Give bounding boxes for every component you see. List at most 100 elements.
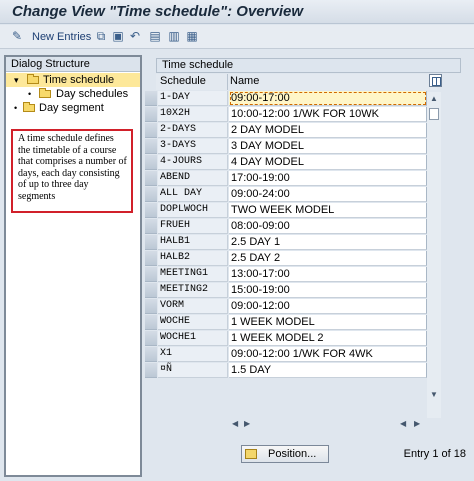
application-toolbar: ✎ New Entries ⧉ ▣ ↶ ▤ ▥ ▦ [0, 25, 474, 49]
name-cell[interactable]: 15:00-19:00 [229, 283, 427, 298]
deselect-all-icon[interactable]: ▦ [185, 30, 199, 43]
tree-item-label: Day schedules [56, 88, 129, 100]
position-button-label: Position... [268, 448, 317, 460]
scroll-right-icon[interactable]: ▶ [244, 419, 250, 428]
row-selector[interactable] [145, 155, 157, 170]
schedule-cell: X1 [158, 347, 228, 362]
leaf-node-icon: • [28, 89, 32, 99]
folder-icon [23, 102, 35, 112]
name-cell[interactable]: 1 WEEK MODEL [229, 315, 427, 330]
scroll-left-end-icon[interactable]: ◀ [400, 419, 406, 428]
name-cell[interactable]: 2.5 DAY 2 [229, 251, 427, 266]
row-selector[interactable] [145, 139, 157, 154]
folder-open-icon [27, 74, 39, 84]
entry-counter: Entry 1 of 18 [403, 448, 466, 460]
schedule-cell: VORM [158, 299, 228, 314]
row-selector[interactable] [145, 235, 157, 250]
vertical-scrollbar[interactable]: ▲ ▼ [427, 92, 441, 418]
name-cell[interactable]: 09:00-17:00 [229, 91, 427, 106]
schedule-cell: HALB1 [158, 235, 228, 250]
name-cell[interactable]: 1 WEEK MODEL 2 [229, 331, 427, 346]
row-selector[interactable] [145, 123, 157, 138]
schedule-cell: MEETING2 [158, 283, 228, 298]
name-cell[interactable]: 1.5 DAY [229, 363, 427, 378]
row-selector[interactable] [145, 219, 157, 234]
expanded-node-icon: ▾ [14, 75, 19, 85]
name-cell[interactable]: 4 DAY MODEL [229, 155, 427, 170]
row-selector[interactable] [145, 315, 157, 330]
new-entries-button[interactable]: New Entries [32, 31, 91, 43]
row-selector[interactable] [145, 187, 157, 202]
scroll-left-icon[interactable]: ◀ [232, 419, 238, 428]
name-cell[interactable]: TWO WEEK MODEL [229, 203, 427, 218]
table-settings-icon[interactable] [429, 74, 442, 87]
footer-bar: Position... Entry 1 of 18 [145, 428, 474, 481]
scroll-down-icon[interactable]: ▼ [430, 390, 438, 399]
schedule-cell: DOPLWOCH [158, 203, 228, 218]
row-selector[interactable] [145, 251, 157, 266]
name-cell[interactable]: 09:00-24:00 [229, 187, 427, 202]
schedule-cell: WOCHE1 [158, 331, 228, 346]
tree-item-day-schedules[interactable]: • Day schedules [6, 87, 140, 101]
schedule-cell: HALB2 [158, 251, 228, 266]
name-cell[interactable]: 10:00-12:00 1/WK FOR 10WK [229, 107, 427, 122]
edit-icon[interactable]: ✎ [10, 30, 24, 43]
time-schedule-table-panel: Time schedule Schedule Name 1-DAY 09:00-1… [145, 55, 474, 428]
schedule-cell: ¤Ñ [158, 363, 228, 378]
schedule-cell: WOCHE [158, 315, 228, 330]
name-cell[interactable]: 08:00-09:00 [229, 219, 427, 234]
scroll-right-end-icon[interactable]: ▶ [414, 419, 420, 428]
name-cell[interactable]: 2 DAY MODEL [229, 123, 427, 138]
schedule-cell: MEETING1 [158, 267, 228, 282]
name-cell[interactable]: 3 DAY MODEL [229, 139, 427, 154]
schedule-cell: 2-DAYS [158, 123, 228, 138]
row-selector[interactable] [145, 347, 157, 362]
schedule-cell: 1-DAY [158, 91, 228, 106]
tree-item-day-segment[interactable]: • Day segment [6, 101, 140, 115]
name-cell[interactable]: 17:00-19:00 [229, 171, 427, 186]
name-cell[interactable]: 2.5 DAY 1 [229, 235, 427, 250]
row-selector[interactable] [145, 91, 157, 106]
position-button[interactable]: Position... [241, 445, 329, 463]
name-cell[interactable]: 09:00-12:00 1/WK FOR 4WK [229, 347, 427, 362]
table-header: Schedule Name [156, 74, 437, 90]
row-selector[interactable] [145, 203, 157, 218]
row-selector[interactable] [145, 171, 157, 186]
folder-icon [39, 88, 51, 98]
tree-item-label: Day segment [39, 102, 104, 114]
page-title: Change View "Time schedule": Overview [12, 3, 303, 20]
scroll-up-icon[interactable]: ▲ [430, 94, 438, 103]
row-selector[interactable] [145, 107, 157, 122]
tree-item-label: Time schedule [43, 74, 115, 86]
annotation-callout: A time schedule defines the timetable of… [11, 129, 133, 213]
copy-icon[interactable]: ⧉ [94, 30, 108, 43]
select-all-icon[interactable]: ▤ [148, 30, 162, 43]
row-selector[interactable] [145, 267, 157, 282]
name-cell[interactable]: 13:00-17:00 [229, 267, 427, 282]
row-selector[interactable] [145, 299, 157, 314]
delete-icon[interactable]: ▣ [111, 30, 125, 43]
leaf-node-icon: • [14, 103, 18, 113]
schedule-cell: ALL DAY [158, 187, 228, 202]
schedule-cell: 3-DAYS [158, 139, 228, 154]
select-block-icon[interactable]: ▥ [167, 30, 181, 43]
schedule-cell: ABEND [158, 171, 228, 186]
dialog-structure-header: Dialog Structure [6, 57, 140, 72]
column-divider [227, 74, 228, 90]
position-icon [245, 449, 257, 459]
row-selector[interactable] [145, 283, 157, 298]
tree-item-time-schedule[interactable]: ▾ Time schedule [6, 73, 140, 87]
name-cell[interactable]: 09:00-12:00 [229, 299, 427, 314]
title-bar: Change View "Time schedule": Overview [0, 0, 474, 24]
scroll-thumb[interactable] [429, 108, 439, 120]
schedule-cell: 10X2H [158, 107, 228, 122]
dialog-structure-panel: Dialog Structure ▾ Time schedule • Day s… [4, 55, 142, 477]
column-header-name[interactable]: Name [230, 75, 259, 87]
schedule-cell: FRUEH [158, 219, 228, 234]
table-title: Time schedule [156, 58, 461, 73]
schedule-cell: 4-JOURS [158, 155, 228, 170]
row-selector[interactable] [145, 363, 157, 378]
column-header-schedule[interactable]: Schedule [160, 75, 206, 87]
row-selector[interactable] [145, 331, 157, 346]
undo-icon[interactable]: ↶ [128, 30, 142, 43]
